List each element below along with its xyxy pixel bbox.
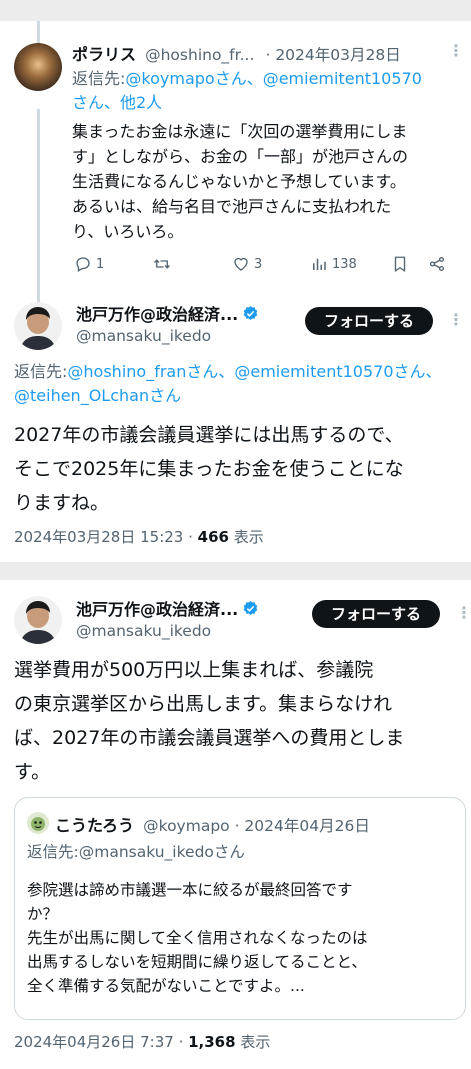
body-line: そこで2025年に集まったお金を使うことにな	[14, 458, 404, 480]
tweet-card: 池戸万作@政治経済... @mansaku_ikedo フォローする ⋮ 選挙費…	[0, 580, 471, 1069]
avatar-ikedo[interactable]	[14, 596, 62, 644]
thread-card: ポラリス @hoshino_fr... · 2024年03月28日 ⋮ 返信先:…	[0, 21, 471, 562]
timestamp[interactable]: 2024年04月26日 7:37 ·	[14, 1033, 188, 1051]
views-label: 表示	[235, 1033, 271, 1051]
more-icon[interactable]: ⋮	[448, 310, 464, 329]
body-line: 集まったお金は永遠に「次回の選挙費用にしま	[72, 122, 408, 141]
like-button[interactable]: 3	[232, 255, 262, 273]
reply-tweet-body: 集まったお金は永遠に「次回の選挙費用にしま す」としながら、お金の「一部」が池戸…	[72, 119, 408, 244]
replying-to-mentions[interactable]: @koymapoさん、@emiemitent10570	[125, 69, 421, 88]
views-count: 1,368	[188, 1033, 236, 1051]
quoted-author-name: こうたろう	[55, 816, 135, 835]
quoted-tweet[interactable]: こうたろう @koymapo · 2024年04月26日 返信先:@mansak…	[14, 797, 466, 1020]
follow-button[interactable]: フォローする	[312, 600, 440, 628]
replying-to-prefix: 返信先:	[72, 69, 126, 88]
reply-count: 1	[96, 256, 105, 272]
body-line: 生活費になるんじゃないかと予想しています。	[72, 172, 406, 191]
author-name[interactable]: 池戸万作@政治経済...	[76, 600, 238, 619]
views-count: 466	[197, 528, 229, 546]
more-icon[interactable]: ⋮	[448, 41, 464, 60]
author-name[interactable]: 池戸万作@政治経済...	[76, 305, 238, 324]
replying-to-prefix: 返信先:	[27, 843, 79, 861]
body-line: か？	[27, 905, 59, 923]
tweet-meta: 2024年04月26日 7:37 · 1,368 表示	[14, 1031, 270, 1052]
views-button[interactable]: 138	[310, 255, 357, 273]
replying-to-mentions-more[interactable]: @teihen_OLchanさん	[14, 384, 181, 408]
avatar-polaris[interactable]	[14, 43, 62, 91]
tweet-date[interactable]: · 2024年03月28日	[265, 46, 400, 64]
thread-connector-line	[37, 109, 40, 312]
body-line: す。	[14, 761, 51, 783]
main-tweet-header: 池戸万作@政治経済...	[76, 301, 259, 325]
replying-to: 返信先:@koymapoさん、@emiemitent10570	[72, 67, 422, 91]
quoted-header: こうたろう @koymapo · 2024年04月26日	[55, 812, 370, 836]
bookmark-icon	[394, 256, 406, 273]
reply-icon	[76, 257, 90, 272]
more-icon[interactable]: ⋮	[456, 603, 471, 622]
views-label: 表示	[228, 528, 264, 546]
like-icon	[234, 257, 248, 271]
replying-to: 返信先:@hoshino_franさん、@emiemitent10570さん、	[14, 360, 442, 384]
author-handle[interactable]: @mansaku_ikedo	[76, 327, 211, 345]
body-line: 選挙費用が500万円以上集まれば、参議院	[14, 659, 374, 681]
tweet-meta: 2024年03月28日 15:23 · 466 表示	[14, 526, 264, 547]
body-line: 出馬するしないを短期間に繰り返してることと、	[27, 953, 367, 971]
main-tweet-body: 2027年の市議会議員選挙には出馬するので、 そこで2025年に集まったお金を使…	[14, 418, 404, 520]
like-count: 3	[254, 256, 263, 272]
body-line: の東京選挙区から出馬します。集まらなけれ	[14, 693, 393, 715]
quoted-replying-to: 返信先:@mansaku_ikedoさん	[27, 840, 245, 862]
retweet-icon	[154, 259, 170, 269]
verified-badge-icon	[243, 601, 258, 615]
body-line: あるいは、給与名目で池戸さんに支払われた	[72, 197, 392, 216]
reply-tweet-header: ポラリス @hoshino_fr... · 2024年03月28日	[72, 41, 401, 65]
author-handle[interactable]: @mansaku_ikedo	[76, 622, 211, 640]
retweet-button[interactable]	[152, 255, 176, 273]
replying-to-prefix: 返信先:	[14, 362, 68, 381]
share-icon	[429, 256, 445, 272]
body-line: 全く準備する気配がないことですよ。...	[27, 977, 305, 995]
tweet-header: 池戸万作@政治経済...	[76, 596, 259, 620]
body-line: りますね。	[14, 492, 110, 514]
body-line: す」としながら、お金の「一部」が池戸さんの	[72, 147, 409, 166]
replying-to-mentions[interactable]: @hoshino_franさん、@emiemitent10570さん、	[67, 362, 441, 381]
timestamp[interactable]: 2024年03月28日 15:23 ·	[14, 528, 198, 546]
replying-to-mentions-more[interactable]: さん、他2人	[72, 91, 162, 115]
share-button[interactable]	[428, 255, 446, 273]
follow-button[interactable]: フォローする	[305, 307, 433, 335]
author-handle[interactable]: @hoshino_fr...	[145, 46, 254, 64]
quoted-handle-date: @koymapo · 2024年04月26日	[143, 817, 370, 835]
views-icon	[313, 258, 326, 270]
avatar-koutarou[interactable]	[27, 812, 49, 834]
quoted-body: 参院選は諦め市議選一本に絞るが最終回答です か？ 先生が出馬に関して全く信用され…	[27, 878, 368, 998]
author-name[interactable]: ポラリス	[72, 45, 136, 64]
tweet-body: 選挙費用が500万円以上集まれば、参議院 の東京選挙区から出馬します。集まらなけ…	[14, 653, 404, 789]
views-count: 138	[332, 256, 357, 272]
reply-button[interactable]: 1	[74, 255, 104, 273]
bookmark-button[interactable]	[391, 255, 409, 273]
body-line: 2027年の市議会議員選挙には出馬するので、	[14, 424, 404, 446]
body-line: ば、2027年の市議会議員選挙への費用としま	[14, 727, 405, 749]
body-line: り、いろいろ。	[72, 222, 184, 241]
body-line: 先生が出馬に関して全く信用されなくなったのは	[27, 929, 368, 947]
body-line: 参院選は諦め市議選一本に絞るが最終回答です	[27, 881, 353, 899]
avatar-ikedo[interactable]	[14, 302, 62, 350]
verified-badge-icon	[243, 306, 258, 320]
replying-to-mention: @mansaku_ikedoさん	[78, 843, 245, 861]
